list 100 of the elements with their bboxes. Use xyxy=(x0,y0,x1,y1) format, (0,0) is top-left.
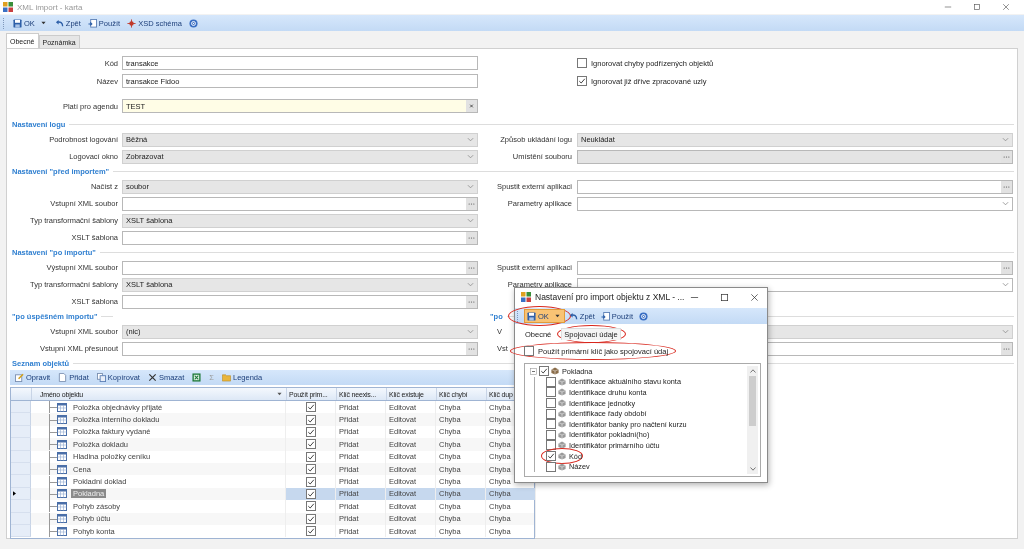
ellipsis-icon xyxy=(468,235,475,240)
table-icon xyxy=(57,427,67,437)
chevron-down-icon[interactable] xyxy=(1002,282,1009,287)
row-pointer-icon xyxy=(13,490,16,496)
checkbox[interactable] xyxy=(546,429,556,440)
checkbox[interactable] xyxy=(305,526,316,537)
chevron-down-icon[interactable] xyxy=(1002,329,1009,334)
checkbox[interactable] xyxy=(546,376,556,387)
checkbox[interactable] xyxy=(305,451,316,462)
sort-arrow-icon[interactable] xyxy=(277,392,282,396)
app-icon xyxy=(521,292,531,302)
combo-box[interactable] xyxy=(577,196,1013,211)
checkbox[interactable] xyxy=(305,476,316,487)
chevron-down-icon[interactable] xyxy=(467,154,474,159)
browse-button[interactable] xyxy=(466,295,477,308)
undo-arrow-icon xyxy=(54,18,64,28)
collapse-icon[interactable] xyxy=(530,367,537,375)
help-button[interactable] xyxy=(637,309,651,323)
ellipsis-icon xyxy=(468,265,475,270)
help-button[interactable] xyxy=(186,16,200,30)
network-node-icon xyxy=(127,18,137,28)
browse-button[interactable] xyxy=(466,342,477,355)
path-field[interactable] xyxy=(122,230,478,245)
scroll-down-icon[interactable] xyxy=(749,467,756,471)
table-icon xyxy=(57,415,67,425)
checkbox[interactable] xyxy=(305,439,316,450)
checkbox[interactable] xyxy=(305,464,316,475)
path-field[interactable] xyxy=(577,260,1013,275)
checkbox[interactable] xyxy=(305,513,316,524)
browse-button[interactable] xyxy=(1001,180,1012,193)
browse-button[interactable] xyxy=(1001,261,1012,274)
checkbox[interactable] xyxy=(546,461,556,472)
table-icon xyxy=(57,452,67,462)
table-icon xyxy=(57,489,67,499)
checkbox[interactable] xyxy=(546,408,556,419)
close-icon[interactable] xyxy=(750,292,759,302)
undo-arrow-icon xyxy=(568,311,578,321)
close-icon xyxy=(468,104,475,108)
toolbar-grip[interactable] xyxy=(517,310,520,322)
caret-icon xyxy=(40,21,46,25)
ellipsis-icon xyxy=(468,346,475,351)
checkbox[interactable] xyxy=(577,58,587,68)
maximize-icon[interactable] xyxy=(720,292,729,302)
ellipsis-icon xyxy=(1003,346,1010,351)
help-icon xyxy=(639,311,649,321)
checkbox[interactable] xyxy=(305,414,316,425)
browse-button[interactable] xyxy=(1001,342,1012,355)
scroll-up-icon[interactable] xyxy=(749,369,756,373)
close-icon[interactable] xyxy=(1002,3,1010,11)
checkbox[interactable] xyxy=(546,398,556,409)
checkbox[interactable] xyxy=(305,426,316,437)
ellipsis-icon xyxy=(1003,184,1010,189)
checkbox[interactable] xyxy=(539,366,549,377)
pencil-note-icon xyxy=(15,373,24,382)
cube-icon xyxy=(558,441,566,450)
checkbox[interactable] xyxy=(305,402,316,413)
window-title: XML import - karta xyxy=(17,2,83,12)
table-icon xyxy=(57,464,67,474)
path-field[interactable] xyxy=(122,341,478,356)
checkbox[interactable] xyxy=(577,76,587,86)
clear-button[interactable] xyxy=(466,100,477,112)
path-field[interactable] xyxy=(122,294,478,309)
table-icon xyxy=(57,526,67,536)
ellipsis-icon xyxy=(468,201,475,206)
folder-icon xyxy=(221,373,231,382)
table-icon xyxy=(57,439,67,449)
path-field[interactable] xyxy=(122,196,478,211)
cube-icon xyxy=(558,388,566,397)
export-button[interactable] xyxy=(190,370,204,385)
browse-button[interactable] xyxy=(466,231,477,244)
checkbox[interactable] xyxy=(546,419,556,430)
ellipsis-icon xyxy=(1003,265,1010,270)
chevron-down-icon[interactable] xyxy=(1002,201,1009,206)
path-field[interactable] xyxy=(122,260,478,275)
blank-page-icon xyxy=(58,373,68,382)
caret-icon xyxy=(554,314,560,318)
copy-pages-icon xyxy=(96,373,106,382)
chevron-down-icon[interactable] xyxy=(1002,137,1009,142)
scrollbar[interactable] xyxy=(747,366,758,474)
chevron-down-icon[interactable] xyxy=(467,137,474,142)
browse-button[interactable] xyxy=(466,261,477,274)
chevron-down-icon[interactable] xyxy=(467,329,474,334)
chevron-down-icon[interactable] xyxy=(467,282,474,287)
checkbox[interactable] xyxy=(546,387,556,398)
chevron-down-icon[interactable] xyxy=(467,184,474,189)
toolbar-grip[interactable] xyxy=(3,17,6,29)
checkbox[interactable] xyxy=(524,346,534,356)
path-field[interactable] xyxy=(577,179,1013,194)
app-icon xyxy=(3,2,13,12)
path-field[interactable] xyxy=(577,149,1013,164)
checkbox[interactable] xyxy=(546,451,556,462)
ellipsis-icon xyxy=(1003,154,1010,159)
checkbox[interactable] xyxy=(305,488,316,499)
spreadsheet-icon xyxy=(192,373,202,382)
checkbox[interactable] xyxy=(546,440,556,451)
table-icon xyxy=(57,514,67,524)
checkbox[interactable] xyxy=(305,501,316,512)
chevron-down-icon[interactable] xyxy=(467,218,474,223)
ellipsis-icon xyxy=(468,299,475,304)
browse-button[interactable] xyxy=(466,197,477,210)
